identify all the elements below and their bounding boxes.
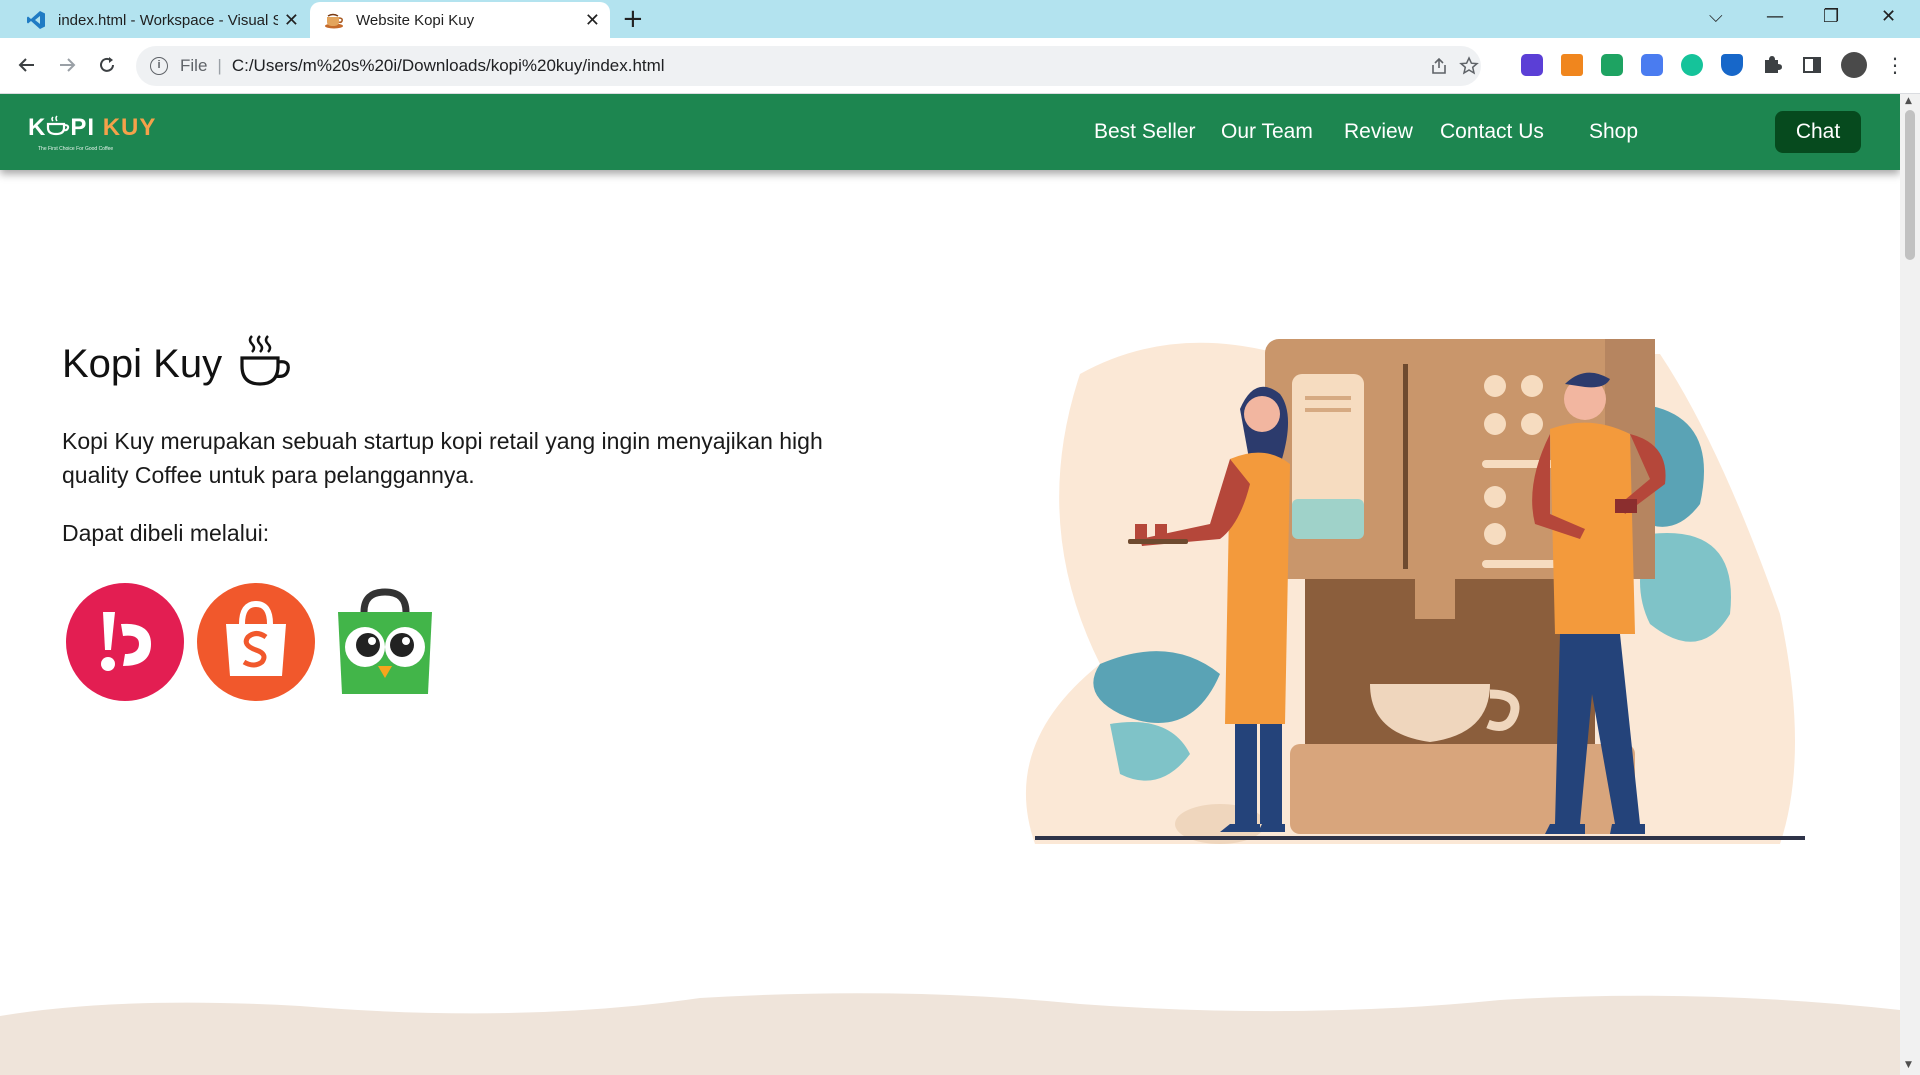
tab-vscode[interactable]: index.html - Workspace - Visual Studio C… [14, 2, 309, 38]
scroll-thumb[interactable] [1905, 110, 1915, 260]
logo-letter-k: K [28, 114, 47, 141]
barista-illustration [1020, 284, 1820, 844]
bukalapak-logo[interactable] [65, 582, 185, 706]
address-scheme: File [180, 56, 208, 75]
minimize-button[interactable]: — [1766, 4, 1784, 30]
scroll-down-arrow[interactable]: ▼ [1905, 1060, 1912, 1070]
shopee-logo[interactable] [196, 582, 316, 706]
shield-icon[interactable] [1721, 54, 1743, 76]
back-icon[interactable] [12, 50, 42, 80]
address-url[interactable]: C:/Users/m%20s%20i/Downloads/kopi%20kuy/… [232, 56, 665, 76]
decorative-wave [0, 993, 1900, 1075]
metamask-fox-icon[interactable] [1561, 54, 1583, 76]
grammarly-icon[interactable] [1681, 54, 1703, 76]
close-tab-icon[interactable]: ✕ [585, 10, 600, 30]
extension-green-icon[interactable] [1601, 54, 1623, 76]
coffee-cup-icon [324, 10, 344, 30]
nav-review[interactable]: Review [1344, 120, 1413, 144]
forward-icon[interactable] [52, 50, 82, 80]
address-bar[interactable]: i File | C:/Users/m%20s%20i/Downloads/ko… [136, 46, 1481, 86]
address-separator: | [217, 56, 222, 75]
close-window-button[interactable]: ✕ [1881, 4, 1896, 30]
logo-tagline: The First Choice For Good Coffee [38, 146, 114, 152]
buy-via-label: Dapat dibeli melalui: [62, 520, 270, 546]
browser-toolbar: i File | C:/Users/m%20s%20i/Downloads/ko… [0, 38, 1920, 94]
restore-button[interactable]: ❐ [1823, 4, 1839, 30]
browser-tab-bar: index.html - Workspace - Visual Studio C… [0, 0, 1920, 38]
nav-shop[interactable]: Shop [1589, 120, 1638, 144]
page-scrollbar[interactable]: ▲ ▼ [1900, 94, 1920, 1075]
nav-best-seller[interactable]: Best Seller [1094, 120, 1196, 144]
logo-word-kuy: KUY [102, 114, 157, 141]
logo-cup-icon [46, 114, 70, 142]
new-tab-button[interactable]: + [622, 4, 644, 34]
kopi-kuy-logo[interactable]: K PI KUY The First Choice For Good Coffee [28, 110, 168, 156]
tokopedia-logo[interactable] [330, 582, 440, 706]
close-tab-icon[interactable]: ✕ [284, 10, 299, 30]
bookmark-star-icon[interactable] [1459, 56, 1479, 81]
side-panel-icon[interactable] [1801, 54, 1823, 76]
tab-kopi-kuy[interactable]: Website Kopi Kuy ✕ [310, 2, 610, 38]
nav-our-team[interactable]: Our Team [1221, 120, 1313, 144]
logo-letters-pi: PI [70, 114, 96, 141]
translate-icon[interactable] [1641, 54, 1663, 76]
chat-button[interactable]: Chat [1775, 111, 1861, 153]
tab-title: Website Kopi Kuy [356, 11, 475, 29]
tab-search-icon[interactable]: ⌵ [1709, 4, 1723, 30]
tab-title: index.html - Workspace - Visual Studio C… [58, 11, 278, 29]
coffee-cup-icon [238, 332, 294, 390]
hero-description: Kopi Kuy merupakan sebuah startup kopi r… [62, 428, 823, 488]
nav-contact-us[interactable]: Contact Us [1440, 120, 1544, 144]
reload-icon[interactable] [92, 50, 122, 80]
profile-avatar[interactable] [1841, 52, 1867, 78]
web-page: K PI KUY The First Choice For Good Coffee… [0, 94, 1900, 1075]
site-navbar: K PI KUY The First Choice For Good Coffee… [0, 94, 1900, 170]
extension-purple-icon[interactable] [1521, 54, 1543, 76]
share-icon[interactable] [1429, 56, 1449, 81]
hero-title: Kopi Kuy [62, 342, 223, 386]
site-info-icon[interactable]: i [150, 57, 168, 75]
logo-text: K PI KUY [28, 114, 156, 142]
vscode-icon [26, 10, 46, 30]
extensions-puzzle-icon[interactable] [1761, 54, 1783, 76]
scroll-up-arrow[interactable]: ▲ [1905, 96, 1912, 106]
menu-kebab-icon[interactable]: ⋮ [1884, 54, 1906, 76]
